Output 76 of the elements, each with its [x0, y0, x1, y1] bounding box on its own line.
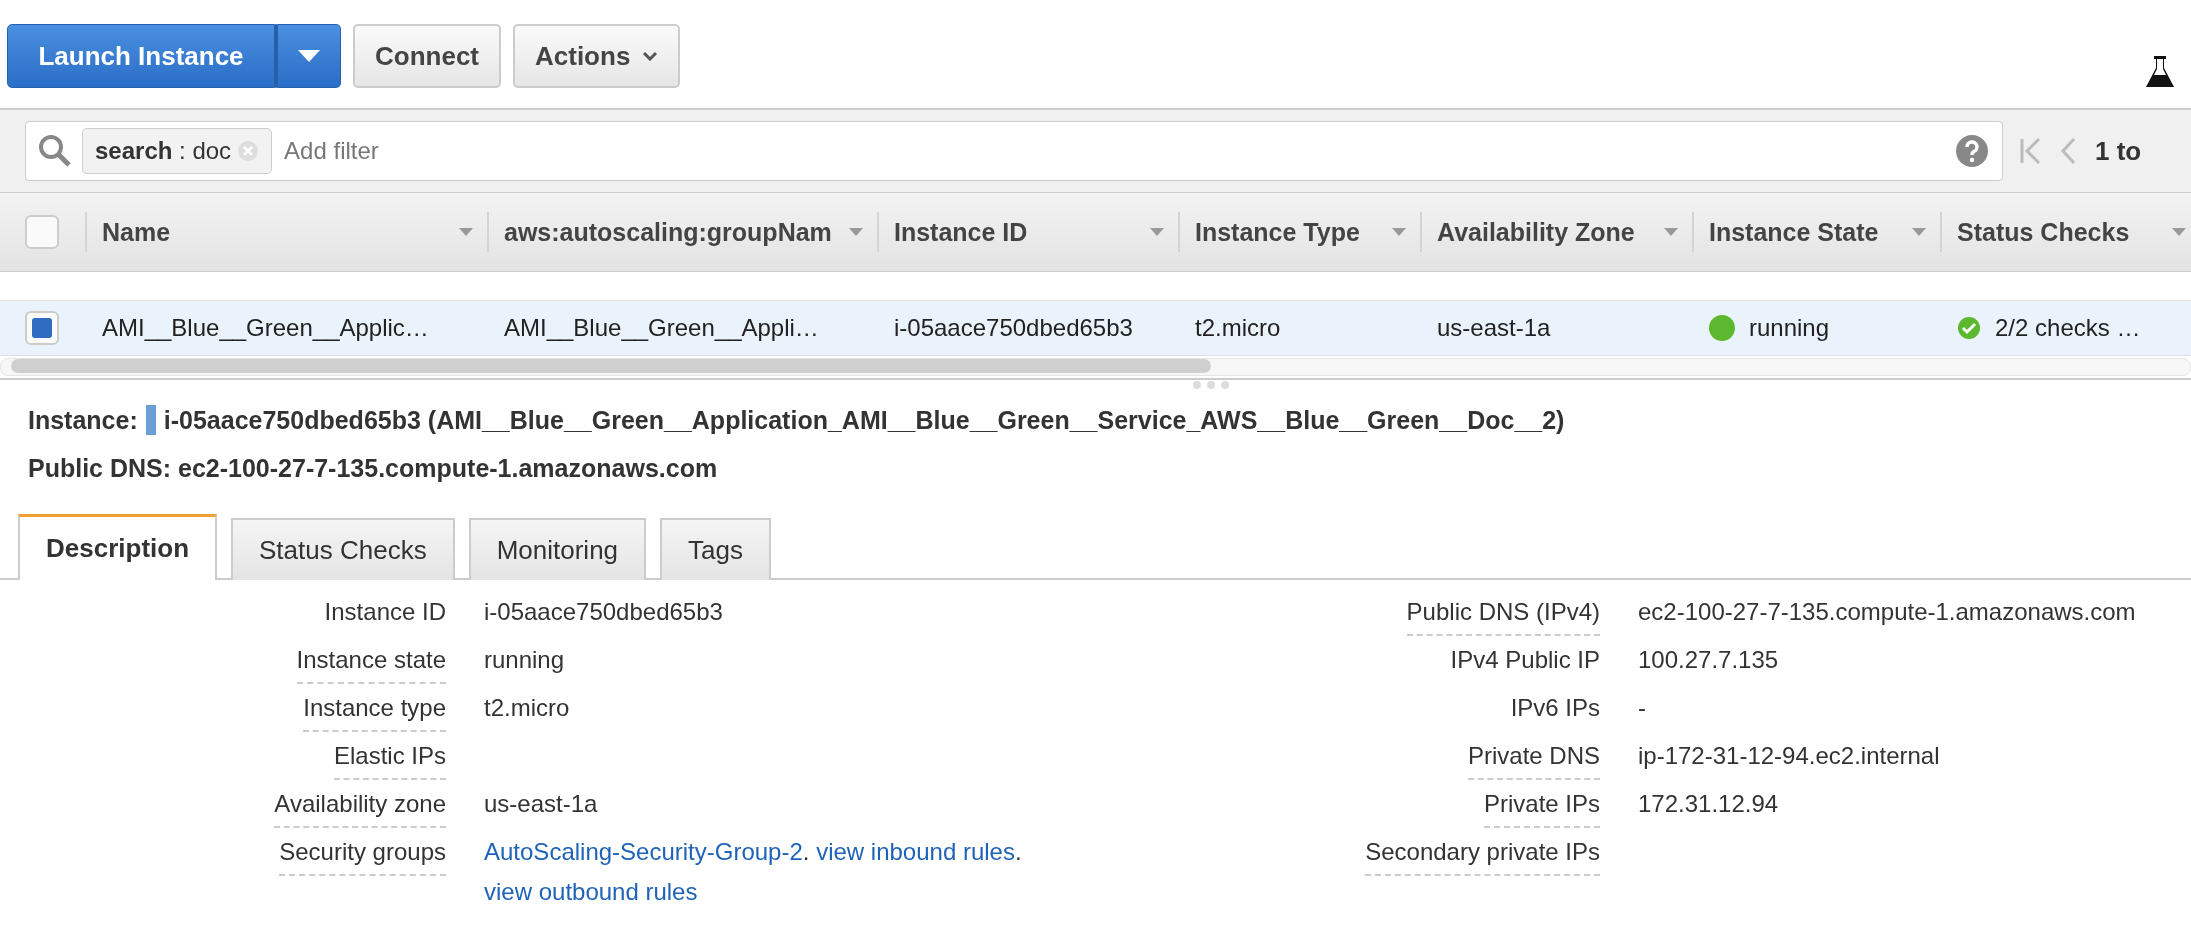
tab[interactable]: Status Checks [231, 518, 455, 580]
sort-caret-icon[interactable] [2172, 228, 2186, 236]
table-cell: AMI__Blue__Green__Appli… [504, 314, 819, 342]
pagination-text: 1 to [2095, 135, 2142, 167]
remove-icon[interactable] [237, 140, 260, 162]
field-label[interactable]: Private DNS [1467, 742, 1600, 780]
sort-caret-icon[interactable] [849, 228, 863, 236]
field-label[interactable]: Secondary private IPs [1365, 838, 1600, 876]
flask-icon [2145, 55, 2175, 89]
table-cell: running [1749, 314, 1830, 342]
tab[interactable]: Tags [660, 518, 771, 580]
field-label: Instance ID [324, 598, 446, 627]
field-value: . [802, 838, 811, 866]
tab[interactable]: Monitoring [468, 518, 647, 580]
field-value: running [484, 646, 565, 674]
sort-caret-icon[interactable] [1664, 228, 1678, 236]
sort-caret-icon[interactable] [1912, 228, 1926, 236]
table-cell: 2/2 checks … [1995, 314, 2141, 342]
marker-icon [145, 405, 156, 435]
resize-handle-icon[interactable] [1190, 380, 1231, 390]
field-value: i-05aace750dbed65b3 [484, 598, 723, 626]
sort-caret-icon[interactable] [1150, 228, 1164, 236]
table-row[interactable]: AMI__Blue__Green__Applic… AMI__Blue__Green__Appli… i-05aace750dbed65b3 t2.micro us-east-1a running 2/2 checks … [0, 301, 2191, 356]
field-label: IPv6 IPs [1510, 694, 1600, 723]
select-all-checkbox[interactable] [25, 215, 59, 249]
field-value: us-east-1a [484, 790, 598, 818]
first-page-icon[interactable] [2019, 136, 2043, 166]
field-label[interactable]: Security groups [279, 838, 446, 876]
instance-label: Instance: [28, 405, 138, 436]
instance-title: i-05aace750dbed65b3 (AMI__Blue__Green__Application_AMI__Blue__Green__Service_AWS__Blue__Green__Doc__2) [163, 405, 1565, 436]
search-icon [38, 134, 72, 168]
column-header[interactable]: Availability Zone [1437, 217, 1635, 247]
table-cell: AMI__Blue__Green__Applic… [102, 314, 429, 342]
sort-caret-icon[interactable] [459, 228, 473, 236]
filter-field[interactable]: search : doc Add filter [25, 121, 2003, 181]
launch-button[interactable]: Launch Instance [7, 24, 275, 88]
link[interactable]: view inbound rules [816, 838, 1015, 866]
table-cell: t2.micro [1195, 314, 1281, 342]
chevron-icon [642, 51, 659, 61]
field-label[interactable]: Availability zone [274, 790, 446, 828]
column-header[interactable]: Name [102, 217, 171, 247]
tab[interactable]: Description [18, 514, 218, 580]
caret-icon [298, 50, 320, 62]
field-label[interactable]: Elastic IPs [333, 742, 446, 780]
column-header[interactable]: Instance Type [1195, 217, 1360, 247]
field-value: 172.31.12.94 [1638, 790, 1779, 818]
column-header[interactable]: aws:autoscaling:groupNam [504, 217, 832, 247]
link[interactable]: view outbound rules [484, 878, 698, 906]
check-icon [1957, 316, 1981, 340]
public-dns-heading: Public DNS: ec2-100-27-7-135.compute-1.amazonaws.com [28, 453, 718, 484]
field-value: ip-172-31-12-94.ec2.internal [1638, 742, 1940, 770]
actions-button[interactable]: Actions [513, 24, 681, 88]
field-value: ec2-100-27-7-135.compute-1.amazonaws.com [1638, 598, 2136, 626]
field-value: 100.27.7.135 [1638, 646, 1779, 674]
dropdown-button[interactable] [275, 24, 341, 88]
help-icon[interactable] [1956, 135, 1988, 167]
link[interactable]: AutoScaling-Security-Group-2 [484, 838, 803, 866]
column-header[interactable]: Instance ID [894, 217, 1028, 247]
scrollbar-thumb[interactable] [11, 359, 1211, 373]
field-value: . [1014, 838, 1023, 866]
field-label[interactable]: Public DNS (IPv4) [1406, 598, 1600, 636]
field-value: t2.micro [484, 694, 570, 722]
connect-button[interactable]: Connect [353, 24, 501, 88]
column-header[interactable]: Instance State [1709, 217, 1879, 247]
field-label[interactable]: Instance type [303, 694, 446, 732]
sort-caret-icon[interactable] [1392, 228, 1406, 236]
column-header[interactable]: Status Checks [1957, 217, 2130, 247]
filter-token[interactable]: search : doc [82, 128, 273, 174]
field-label[interactable]: Instance state [296, 646, 446, 684]
horizontal-scrollbar[interactable] [0, 358, 2191, 376]
table-cell: us-east-1a [1437, 314, 1551, 342]
field-value: - [1638, 694, 1646, 722]
field-label: IPv4 Public IP [1450, 646, 1600, 675]
table-cell: i-05aace750dbed65b3 [894, 314, 1133, 342]
field-label[interactable]: Private IPs [1483, 790, 1600, 828]
row-checkbox[interactable] [25, 311, 59, 345]
